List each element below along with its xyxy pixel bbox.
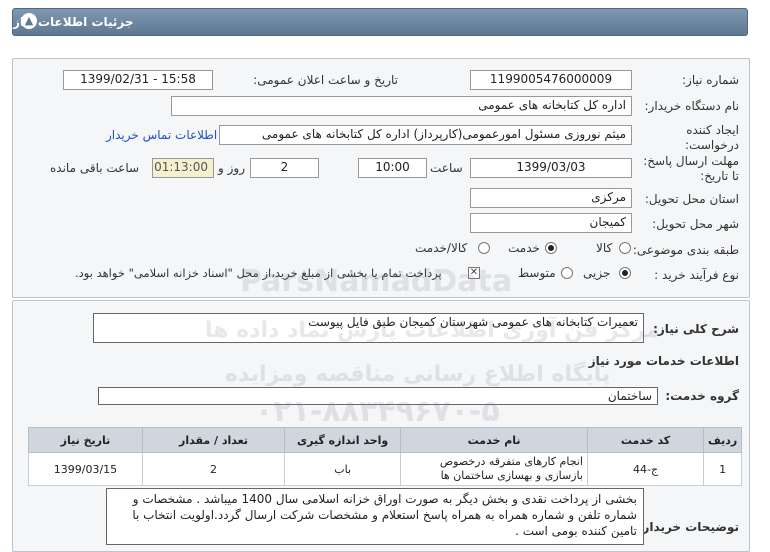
summary-label: شرح کلی نیاز:: [653, 322, 739, 336]
city-field: کمیجان: [470, 213, 632, 233]
days-remaining-field: 2: [250, 158, 319, 178]
creator-label: ایجاد کننده: [686, 123, 739, 137]
deadline-time-field: 10:00: [358, 158, 427, 178]
purchase-type-radio-medium[interactable]: [561, 267, 573, 279]
buyer-org-field: اداره کل کتابخانه های عمومی: [171, 96, 632, 116]
creator-label-2: درخواست:: [685, 138, 739, 152]
category-option-goods-service: کالا/خدمت: [415, 241, 468, 255]
deadline-label-2: تا تاریخ:: [700, 169, 739, 183]
cell-service-name: انجام کارهای متفرقه درخصوص بازسازی و بهس…: [400, 452, 588, 486]
services-section-title: اطلاعات خدمات مورد نیاز: [588, 354, 739, 368]
province-label: استان محل تحویل:: [644, 192, 739, 206]
treasury-payment-checkbox[interactable]: ✕: [468, 267, 480, 279]
services-table-header: ردیف کد خدمت نام خدمت واحد اندازه گیری ت…: [28, 427, 742, 453]
cell-unit: باب: [284, 452, 402, 486]
buyer-org-label: نام دستگاه خریدار:: [644, 99, 740, 113]
buyer-notes-field: بخشی از پرداخت نقدی و بخش دیگر به صورت ا…: [106, 488, 644, 545]
announce-label: تاریخ و ساعت اعلان عمومی:: [253, 73, 398, 87]
col-quantity: تعداد / مقدار: [141, 427, 286, 453]
creator-field: میثم نوروزی مسئول امورعمومی(کارپرداز) اد…: [219, 125, 632, 145]
category-option-goods: کالا: [596, 241, 613, 255]
deadline-date-field: 1399/03/03: [470, 158, 632, 178]
col-need-date: تاریخ نیاز: [28, 427, 143, 453]
table-row: 1 ج-44 انجام کارهای متفرقه درخصوص بازساز…: [28, 452, 742, 486]
category-option-service: خدمت: [508, 241, 540, 255]
deadline-label: مهلت ارسال پاسخ:: [643, 154, 739, 168]
purchase-type-option-minor: جزیی: [583, 266, 611, 280]
purchase-type-label: نوع فرآیند خرید :: [654, 268, 739, 282]
province-field: مرکزی: [470, 188, 632, 208]
announce-datetime-field: 1399/02/31 - 15:58: [63, 70, 213, 90]
cell-need-date: 1399/03/15: [28, 452, 143, 486]
category-radio-goods-service[interactable]: [478, 242, 490, 254]
cell-quantity: 2: [141, 452, 286, 486]
need-number-label: شماره نیاز:: [682, 73, 739, 87]
collapse-arrow-icon[interactable]: ▲: [21, 13, 37, 29]
cell-row-number: 1: [703, 452, 742, 486]
category-label: طبقه بندی موضوعی:: [632, 243, 739, 257]
col-service-name: نام خدمت: [400, 427, 588, 453]
need-number-field: 1199005476000009: [470, 70, 632, 90]
category-radio-service[interactable]: [545, 242, 557, 254]
buyer-notes-label: توضیحات خریدار:: [637, 520, 739, 534]
services-table: ردیف کد خدمت نام خدمت واحد اندازه گیری ت…: [28, 427, 742, 486]
city-label: شهر محل تحویل:: [652, 217, 739, 231]
purchase-type-radio-minor[interactable]: [619, 267, 631, 279]
service-group-label: گروه خدمت:: [665, 389, 739, 403]
category-radio-goods[interactable]: [619, 242, 631, 254]
cell-service-code: ج-44: [586, 452, 705, 486]
days-and-label: روز و: [218, 161, 245, 175]
deadline-time-label: ساعت: [430, 161, 463, 175]
col-row-number: ردیف: [703, 427, 742, 453]
service-group-field: ساختمان: [98, 387, 658, 405]
page-title-bar: جزئیات اطلاعات نیاز ▲: [12, 8, 748, 36]
treasury-payment-note: پرداخت تمام یا بخشی از مبلغ خرید،از محل …: [75, 266, 442, 280]
remaining-time-label: ساعت باقی مانده: [50, 161, 140, 175]
need-info-panel: [12, 58, 750, 298]
remaining-time-field: 01:13:00: [152, 158, 214, 178]
purchase-type-option-medium: متوسط: [518, 266, 556, 280]
col-unit: واحد اندازه گیری: [284, 427, 402, 453]
col-service-code: کد خدمت: [586, 427, 705, 453]
buyer-contact-link[interactable]: اطلاعات تماس خریدار: [106, 128, 217, 142]
summary-field: تعمیرات کتابخانه های عمومی شهرستان کمیجا…: [93, 313, 644, 343]
